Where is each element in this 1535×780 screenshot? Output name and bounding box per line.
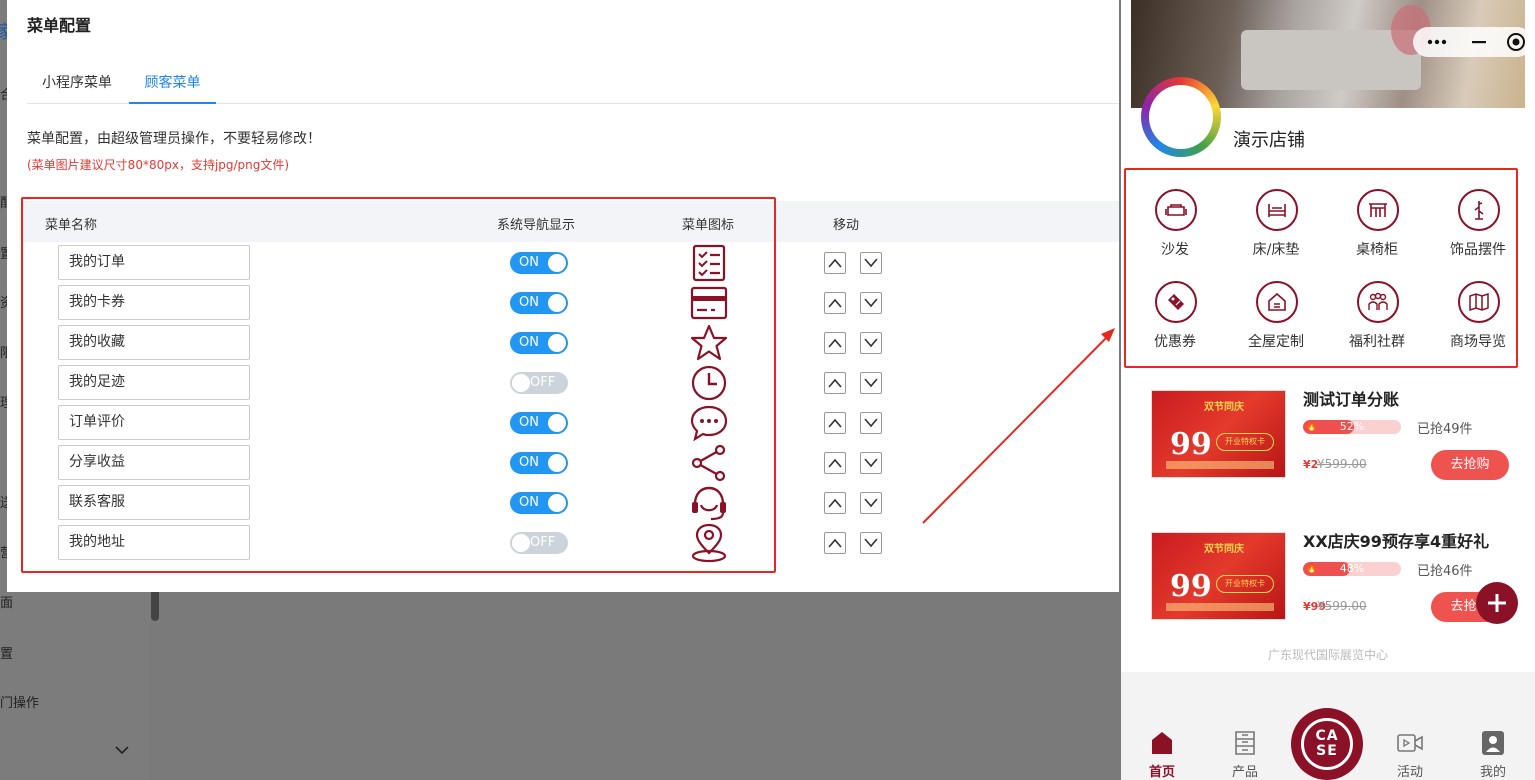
- sale-progress-bar: 🔥 48%: [1303, 562, 1401, 576]
- modal-title: 菜单配置: [27, 16, 92, 35]
- tab-miniprogram-menu[interactable]: 小程序菜单: [42, 62, 112, 104]
- original-price: ¥599.00: [1317, 457, 1367, 471]
- image-size-note: (菜单图片建议尺寸80*80px，支持jpg/png文件): [27, 158, 290, 172]
- store-name: 演示店铺: [1233, 130, 1305, 151]
- phone-preview: 演示店铺 沙发 床/床垫 桌椅柜 饰品摆件 优惠券 全屋定制 福利社群 商场导览…: [1121, 0, 1535, 780]
- product-card[interactable]: 双节同庆 99 开业特权卡 测试订单分账 🔥 52% 已抢49件 ¥2 ¥599…: [1121, 390, 1535, 510]
- move-up-button[interactable]: [824, 372, 846, 394]
- product-image-button: 开业特权卡: [1216, 433, 1274, 451]
- product-icon: [1235, 731, 1255, 755]
- sold-count: 已抢46件: [1417, 564, 1473, 579]
- description-text: 菜单配置，由超级管理员操作，不要轻易修改！: [27, 131, 321, 147]
- product-image-tag: 双节同庆: [1204, 544, 1244, 555]
- move-down-button[interactable]: [860, 492, 882, 514]
- avatar-inner: [1149, 85, 1213, 149]
- move-up-button[interactable]: [824, 532, 846, 554]
- product-title: XX店庆99预存享4重好礼: [1303, 532, 1490, 551]
- move-down-button[interactable]: [860, 532, 882, 554]
- chevron-down-icon[interactable]: [114, 742, 130, 758]
- original-price: ¥599.00: [1317, 599, 1367, 613]
- case-logo: CA SE: [1301, 718, 1353, 770]
- tab-label: 我的: [1479, 765, 1506, 780]
- close-target-icon[interactable]: [1506, 32, 1526, 52]
- product-title: 测试订单分账: [1303, 390, 1400, 409]
- move-down-button[interactable]: [860, 332, 882, 354]
- sold-count: 已抢49件: [1417, 422, 1473, 437]
- store-avatar: [1141, 77, 1221, 157]
- tab-label: 产品: [1231, 765, 1258, 780]
- user-icon: [1482, 731, 1504, 755]
- sale-progress-bar: 🔥 52%: [1303, 420, 1401, 434]
- product-image: 双节同庆 99 开业特权卡: [1151, 532, 1286, 620]
- plus-icon: [1488, 594, 1506, 612]
- sidebar-fragment: 门操作: [0, 696, 40, 711]
- move-down-button[interactable]: [860, 252, 882, 274]
- move-up-button[interactable]: [824, 452, 846, 474]
- case-center-button[interactable]: CA SE: [1291, 708, 1363, 780]
- highlight-box-categories: [1124, 168, 1518, 368]
- product-image-number: 99: [1170, 569, 1212, 604]
- move-up-button[interactable]: [824, 252, 846, 274]
- add-fab-button[interactable]: [1476, 582, 1518, 624]
- product-image-line: [1166, 461, 1274, 469]
- product-image-line: [1166, 603, 1274, 611]
- sidebar-fragment: 置: [0, 647, 14, 662]
- move-down-button[interactable]: [860, 412, 882, 434]
- minimize-icon[interactable]: [1471, 40, 1487, 44]
- miniprogram-capsule: [1413, 27, 1532, 57]
- move-up-button[interactable]: [824, 332, 846, 354]
- move-down-button[interactable]: [860, 292, 882, 314]
- tab-bar: 小程序菜单 顾客菜单: [27, 62, 1119, 104]
- video-icon: [1397, 734, 1423, 752]
- product-card[interactable]: 双节同庆 99 开业特权卡 XX店庆99预存享4重好礼 🔥 48% 已抢46件 …: [1121, 532, 1535, 652]
- case-label-bottom: SE: [1316, 743, 1338, 759]
- highlight-box-table: [21, 197, 776, 573]
- header-move: 移动: [833, 218, 860, 233]
- move-down-button[interactable]: [860, 372, 882, 394]
- tab-customer-menu[interactable]: 顾客菜单: [129, 62, 216, 104]
- move-down-button[interactable]: [860, 452, 882, 474]
- buy-now-button[interactable]: 去抢购: [1431, 450, 1509, 480]
- move-up-button[interactable]: [824, 292, 846, 314]
- home-icon: [1152, 732, 1172, 754]
- move-up-button[interactable]: [824, 492, 846, 514]
- product-image: 双节同庆 99 开业特权卡: [1151, 390, 1286, 478]
- annotation-arrow-icon: [922, 328, 1115, 524]
- progress-label: 52%: [1339, 420, 1365, 433]
- progress-label: 48%: [1339, 562, 1365, 575]
- move-up-button[interactable]: [824, 412, 846, 434]
- product-image-button: 开业特权卡: [1216, 575, 1274, 593]
- tab-label: 首页: [1148, 765, 1175, 780]
- sidebar-fragment: 面: [0, 596, 14, 611]
- footer-note: 广东现代国际展览中心: [1267, 648, 1388, 662]
- more-dots-icon[interactable]: [1427, 39, 1447, 45]
- product-image-tag: 双节同庆: [1204, 402, 1244, 413]
- case-label-top: CA: [1315, 728, 1339, 744]
- tab-label: 活动: [1396, 765, 1423, 780]
- product-image-number: 99: [1170, 427, 1212, 462]
